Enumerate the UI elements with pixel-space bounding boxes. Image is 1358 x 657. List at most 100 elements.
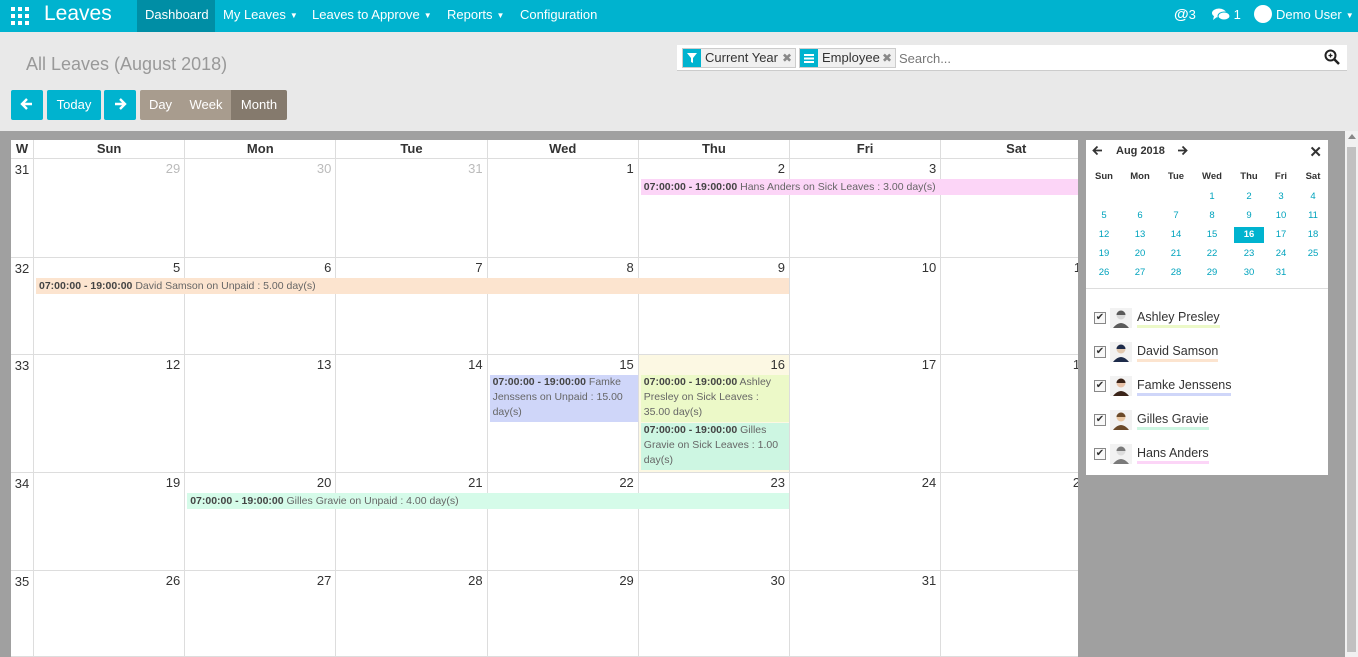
mini-day[interactable]: 3 [1266,189,1296,205]
mini-day[interactable]: 11 [1298,208,1328,224]
day-cell[interactable]: 10 [790,258,942,355]
day-cell[interactable]: 13 [185,355,337,473]
day-cell[interactable]: 6 [185,258,337,355]
day-cell[interactable]: 8 [487,258,639,355]
mentions-button[interactable]: @3 [1174,0,1196,32]
prev-button[interactable] [11,90,43,120]
leave-event[interactable]: 07:00:00 - 19:00:00 Gilles Gravie on Unp… [187,493,789,509]
close-icon[interactable]: ✖ [782,49,792,67]
app-brand[interactable]: Leaves [44,0,112,32]
day-cell[interactable]: 11 [941,258,1078,355]
day-cell[interactable]: 1 [941,571,1078,657]
day-cell[interactable]: 28 [336,571,488,657]
mini-day[interactable]: 28 [1161,265,1191,281]
menu-leaves-to-approve[interactable]: Leaves to Approve ▼ [304,0,440,32]
day-cell[interactable]: 25 [941,473,1078,571]
day-cell[interactable]: 12 [34,355,186,473]
mini-day[interactable]: 7 [1161,208,1191,224]
day-cell[interactable]: 27 [185,571,337,657]
mini-day[interactable]: 18 [1298,227,1328,243]
leave-event[interactable]: 07:00:00 - 19:00:00 Hans Anders on Sick … [640,179,1078,195]
checkbox[interactable]: ✔ [1094,414,1106,426]
arrow-left-icon[interactable] [1092,145,1103,159]
close-icon[interactable]: ✕ [1309,143,1322,161]
day-cell[interactable]: 7 [336,258,488,355]
employee-filter[interactable]: ✔ Ashley Presley [1094,307,1324,329]
facet-current-year[interactable]: Current Year ✖ [682,48,796,68]
day-cell[interactable]: 17 [790,355,942,473]
employee-filter[interactable]: ✔ David Samson [1094,341,1324,363]
day-cell[interactable]: 26 [34,571,186,657]
mini-day[interactable]: 30 [1234,265,1264,281]
mini-day[interactable]: 8 [1197,208,1227,224]
mini-day[interactable]: 1 [1197,189,1227,205]
day-cell[interactable]: 9 [638,258,790,355]
week-view-button[interactable]: Week [181,90,231,120]
mini-day[interactable]: 22 [1197,246,1227,262]
day-cell[interactable]: 19 [34,473,186,571]
apps-grid-icon[interactable] [11,7,29,25]
day-cell[interactable]: 29 [34,159,186,258]
leave-event[interactable]: 07:00:00 - 19:00:00 Ashley Presley on Si… [640,375,789,422]
leave-event[interactable]: 07:00:00 - 19:00:00 Famke Jenssens on Un… [489,375,638,422]
today-button[interactable]: Today [47,90,101,120]
day-cell[interactable]: 23 [638,473,790,571]
month-view-button[interactable]: Month [231,90,287,120]
employee-filter[interactable]: ✔ Gilles Gravie [1094,409,1324,431]
scroll-up-icon[interactable] [1348,134,1356,139]
facet-employee[interactable]: Employee ✖ [799,48,896,68]
mini-day[interactable]: 14 [1161,227,1191,243]
search-icon[interactable] [1323,48,1341,66]
mini-day[interactable]: 27 [1125,265,1155,281]
leave-event[interactable]: 07:00:00 - 19:00:00 David Samson on Unpa… [36,278,789,294]
mini-day[interactable]: 23 [1234,246,1264,262]
mini-day[interactable]: 29 [1197,265,1227,281]
user-menu[interactable]: Demo User ▼ [1254,0,1354,32]
search-input[interactable] [899,48,1319,68]
mini-day[interactable]: 19 [1089,246,1119,262]
day-cell[interactable]: 30 [638,571,790,657]
checkbox[interactable]: ✔ [1094,448,1106,460]
vertical-scrollbar[interactable] [1345,131,1358,657]
day-cell[interactable]: 14 [336,355,488,473]
checkbox[interactable]: ✔ [1094,312,1106,324]
day-view-button[interactable]: Day [140,90,181,120]
mini-day[interactable]: 13 [1125,227,1155,243]
day-cell[interactable]: 31 [336,159,488,258]
day-cell[interactable]: 5 [34,258,186,355]
day-cell[interactable]: 20 [185,473,337,571]
mini-day[interactable]: 5 [1089,208,1119,224]
day-cell[interactable]: 18 [941,355,1078,473]
scrollbar-thumb[interactable] [1347,147,1356,652]
mini-day[interactable]: 4 [1298,189,1328,205]
mini-day[interactable]: 31 [1266,265,1296,281]
day-cell[interactable]: 2 [638,159,790,258]
day-cell[interactable]: 1 [487,159,639,258]
menu-reports[interactable]: Reports ▼ [439,0,512,32]
mini-day[interactable]: 6 [1125,208,1155,224]
menu-my-leaves[interactable]: My Leaves ▼ [215,0,306,32]
day-cell[interactable]: 21 [336,473,488,571]
mini-day[interactable]: 12 [1089,227,1119,243]
messages-button[interactable]: 1 [1212,0,1241,32]
day-cell[interactable]: 24 [790,473,942,571]
employee-filter[interactable]: ✔ Famke Jenssens [1094,375,1324,397]
menu-dashboard[interactable]: Dashboard [137,0,215,32]
mini-day[interactable]: 26 [1089,265,1119,281]
leave-event[interactable]: 07:00:00 - 19:00:00 Gilles Gravie on Sic… [640,423,789,470]
mini-day[interactable]: 21 [1161,246,1191,262]
mini-day[interactable]: 25 [1298,246,1328,262]
day-cell[interactable]: 29 [487,571,639,657]
day-cell[interactable]: 3 [790,159,942,258]
employee-filter[interactable]: ✔ Hans Anders [1094,443,1324,465]
mini-day[interactable]: 9 [1234,208,1264,224]
day-cell[interactable]: 4 [941,159,1078,258]
day-cell[interactable]: 31 [790,571,942,657]
menu-configuration[interactable]: Configuration [512,0,605,32]
checkbox[interactable]: ✔ [1094,346,1106,358]
mini-day[interactable]: 10 [1266,208,1296,224]
close-icon[interactable]: ✖ [882,49,892,67]
mini-day[interactable]: 2 [1234,189,1264,205]
mini-day[interactable]: 20 [1125,246,1155,262]
next-button[interactable] [104,90,136,120]
